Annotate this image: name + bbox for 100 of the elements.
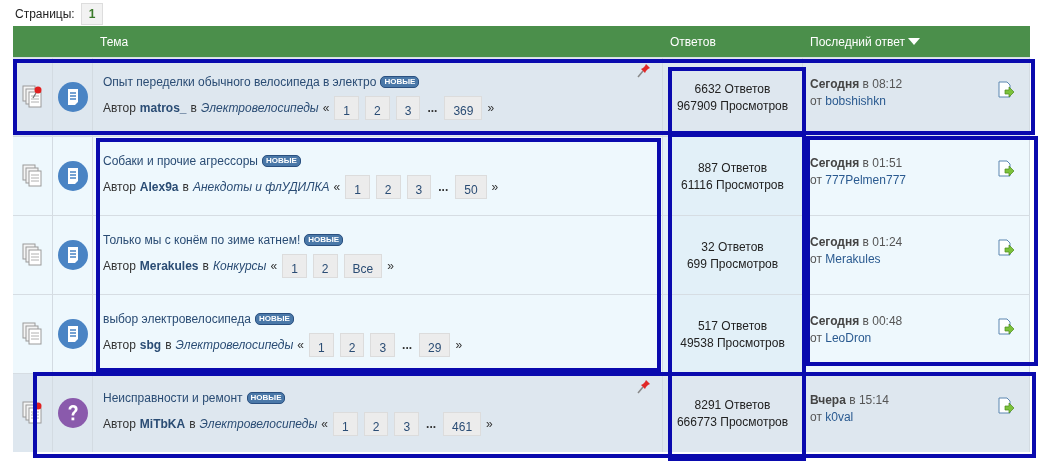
page-arrow-icon[interactable] [997, 318, 1015, 336]
question-icon [57, 398, 88, 428]
view-count: 49538 Просмотров [680, 335, 785, 350]
page-link[interactable]: 1 [334, 95, 360, 120]
page-link[interactable]: 3 [370, 332, 396, 357]
author-link[interactable]: MiTbKA [139, 416, 186, 431]
page-arrow-icon[interactable] [997, 239, 1015, 257]
view-count: 967909 Просмотров [676, 98, 789, 113]
ellipsis: ... [426, 100, 439, 115]
pages-icon [21, 85, 44, 109]
author-label: Автор [103, 100, 136, 115]
page-link[interactable]: Все [343, 253, 383, 278]
from-label: от [810, 410, 822, 424]
forum-link[interactable]: Анекдоты и флУДИЛКА [192, 179, 330, 194]
page-link[interactable]: 3 [395, 95, 421, 120]
page-link[interactable]: 2 [375, 174, 401, 199]
author-link[interactable]: Merakules [139, 258, 199, 273]
reply-count: 8291 Ответов [694, 397, 771, 412]
in-label: в [202, 258, 209, 273]
new-badge: НОВЫЕ [254, 312, 294, 325]
from-label: от [810, 331, 822, 345]
column-header: Тема [100, 34, 129, 49]
page-arrow-icon[interactable] [997, 397, 1015, 415]
page-link[interactable]: 1 [309, 332, 334, 357]
view-count: 666773 Просмотров [676, 414, 789, 429]
quote-mark: « [322, 100, 330, 115]
quote-mark: « [297, 337, 304, 352]
pages-icon [21, 322, 44, 346]
user-link[interactable]: k0val [825, 410, 854, 424]
in-label: в [182, 179, 189, 194]
user-link[interactable]: Merakules [825, 252, 881, 266]
topic-title-link[interactable]: Опыт переделки обычного велосипеда в электро [103, 74, 377, 89]
last-post-time: Сегодня в 00:48 [810, 314, 903, 328]
quote-mark: » [387, 258, 394, 273]
pages-icon [21, 243, 44, 267]
reply-count: 517 Ответов [697, 318, 768, 333]
document-icon [57, 240, 88, 270]
page-arrow-icon[interactable] [997, 160, 1015, 178]
user-link[interactable]: bobshishkn [825, 94, 886, 108]
page-link[interactable]: 2 [339, 332, 365, 357]
document-icon [57, 319, 88, 349]
page-link[interactable]: 3 [394, 411, 420, 436]
author-link[interactable]: sbg [139, 337, 162, 352]
ellipsis: ... [401, 337, 414, 352]
forum-link[interactable]: Электровелосипеды [199, 416, 318, 431]
document-icon [57, 161, 88, 191]
page-arrow-icon[interactable] [997, 81, 1015, 99]
reply-count: 32 Ответов [701, 239, 764, 254]
author-link[interactable]: Alex9a [139, 179, 179, 194]
pin-icon [636, 378, 652, 394]
page-link[interactable]: 2 [363, 411, 389, 436]
from-label: от [810, 173, 822, 187]
page-link[interactable]: 1 [282, 253, 307, 278]
topic-title-link[interactable]: выбор электровелосипеда [103, 311, 251, 326]
topic-title-link[interactable]: Собаки и прочие агрессоры [103, 153, 258, 168]
from-label: от [810, 252, 822, 266]
page-link[interactable]: 369 [444, 95, 483, 120]
quote-mark: » [491, 179, 499, 194]
page-link[interactable]: 2 [365, 95, 390, 120]
reply-count: 887 Ответов [697, 160, 768, 175]
in-label: в [165, 337, 172, 352]
author-label: Автор [103, 337, 136, 352]
author-label: Автор [103, 258, 136, 273]
new-badge: НОВЫЕ [262, 154, 301, 167]
view-count: 699 Просмотров [686, 256, 779, 271]
user-link[interactable]: 777Pelmen777 [825, 173, 906, 187]
pages-icon [21, 401, 44, 425]
ellipsis: ... [437, 179, 450, 194]
page-link[interactable]: 1 [80, 3, 104, 25]
author-link[interactable]: matros_ [139, 100, 187, 115]
forum-link[interactable]: Электровелосипеды [175, 337, 294, 352]
quote-mark: » [486, 416, 493, 431]
author-label: Автор [103, 179, 136, 194]
ellipsis: ... [425, 416, 438, 431]
pin-icon [636, 62, 652, 78]
page-link[interactable]: 1 [345, 174, 370, 199]
quote-mark: » [455, 337, 463, 352]
forum-link[interactable]: Электровелосипеды [200, 100, 319, 115]
page-link[interactable]: 461 [443, 411, 482, 436]
pages-icon [21, 164, 44, 188]
caret-icon [908, 38, 920, 45]
quote-mark: « [333, 179, 341, 194]
last-post-time: Сегодня в 01:24 [810, 235, 903, 249]
page-link[interactable]: 3 [406, 174, 432, 199]
forum-link[interactable]: Конкурсы [212, 258, 267, 273]
reply-count: 6632 Ответов [694, 81, 771, 96]
topic-title-link[interactable]: Только мы с конём по зиме катнем! [103, 232, 301, 247]
from-label: от [810, 94, 822, 108]
view-count: 61116 Просмотров [681, 177, 784, 192]
column-header: Ответов [670, 34, 716, 49]
user-link[interactable]: LeoDron [825, 331, 872, 345]
topic-title-link[interactable]: Неисправности и ремонт [103, 390, 243, 405]
quote-mark: « [270, 258, 278, 273]
page-link[interactable]: 50 [455, 174, 487, 199]
sort-header[interactable]: Последний ответ [810, 34, 920, 49]
new-badge: НОВЫЕ [304, 233, 344, 246]
page-link[interactable]: 1 [333, 411, 358, 436]
document-icon [57, 82, 88, 112]
page-link[interactable]: 2 [312, 253, 338, 278]
page-link[interactable]: 29 [419, 332, 451, 357]
